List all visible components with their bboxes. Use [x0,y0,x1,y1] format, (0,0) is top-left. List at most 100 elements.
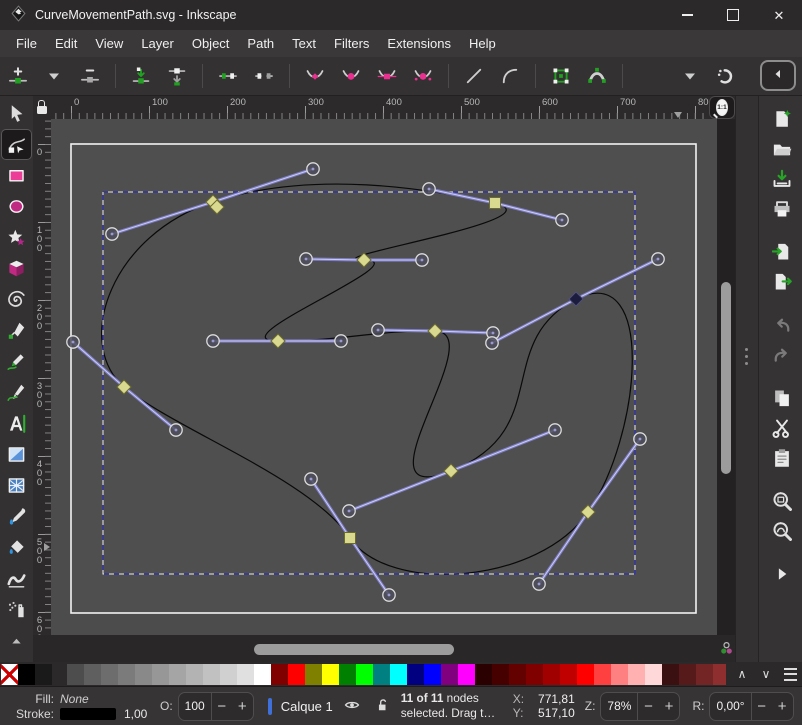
redo-button[interactable] [765,340,799,370]
swatch-#ffd9d9[interactable] [645,664,662,685]
palette-scroll-up-button[interactable]: ∧ [730,663,754,685]
menu-layer[interactable]: Layer [132,32,183,55]
swatch-#ffffff[interactable] [254,664,271,685]
ellipse-tool[interactable] [2,192,31,221]
zoom-value[interactable]: 78% [601,699,637,713]
panel-resize-grip[interactable] [735,96,758,662]
toolbox-expander[interactable] [2,626,31,655]
box3d-tool[interactable] [2,254,31,283]
segment-curve-button[interactable] [497,63,523,89]
opacity-value[interactable]: 100 [179,699,211,713]
swatch-#800000[interactable] [526,664,543,685]
mesh-tool[interactable] [2,471,31,500]
join-nodes-button[interactable] [128,63,154,89]
save-document-button[interactable] [765,164,799,194]
menu-object[interactable]: Object [183,32,239,55]
rotation-increase-button[interactable]: + [772,693,793,720]
cut-button[interactable] [765,413,799,443]
pen-tool[interactable] [2,316,31,345]
menu-path[interactable]: Path [238,32,283,55]
maximize-button[interactable] [710,0,756,30]
swatch-#c1c1c1[interactable] [203,664,220,685]
pencil-tool[interactable] [2,347,31,376]
menu-extensions[interactable]: Extensions [378,32,460,55]
swatch-#0000ff[interactable] [424,664,441,685]
insert-node-button[interactable] [5,63,31,89]
swatch-#800000[interactable] [271,664,288,685]
new-document-button[interactable] [765,104,799,134]
swatch-#b3b3b3[interactable] [186,664,203,685]
import-button[interactable] [765,237,799,267]
swatch-#3a1010[interactable] [662,664,679,685]
node-editor-tool[interactable] [2,130,31,159]
zoom-increase-button[interactable]: + [658,693,679,720]
layer-indicator[interactable]: Calque 1 [268,697,389,716]
break-nodes-button[interactable] [164,63,190,89]
swatch-#000000[interactable] [18,664,35,685]
show-transform-handles-button[interactable] [713,63,739,89]
opacity-spinner[interactable]: 100 − + [178,692,254,721]
swatch-#00ffff[interactable] [390,664,407,685]
dropper-tool[interactable] [2,502,31,531]
swatch-#00ff00[interactable] [356,664,373,685]
palette-menu-button[interactable] [778,663,802,685]
minimize-button[interactable] [664,0,710,30]
menu-edit[interactable]: Edit [46,32,86,55]
spray-tool[interactable] [2,595,31,624]
commands-more-button[interactable] [765,559,799,589]
stroke-to-path-button[interactable] [584,63,610,89]
opacity-decrease-button[interactable]: − [211,693,232,720]
swatch-#ff00ff[interactable] [458,664,475,685]
menu-help[interactable]: Help [460,32,505,55]
node-symmetric-button[interactable] [374,63,400,89]
swatch-#ffb0b0[interactable] [628,664,645,685]
swatch-#7b7b7b[interactable] [118,664,135,685]
swatch-#d0d0d0[interactable] [220,664,237,685]
node-B[interactable] [490,198,501,209]
rotation-decrease-button[interactable]: − [751,693,772,720]
swatch-#2b0000[interactable] [475,664,492,685]
swatch-#ff8080[interactable] [611,664,628,685]
stroke-color-swatch[interactable] [60,708,116,720]
open-document-button[interactable] [765,134,799,164]
zoom-decrease-button[interactable]: − [637,693,658,720]
menu-text[interactable]: Text [283,32,325,55]
zoom-selection-button[interactable] [765,486,799,516]
export-button[interactable] [765,267,799,297]
rotation-spinner[interactable]: 0,00° − + [709,692,793,721]
swatch-#ff0000[interactable] [577,664,594,685]
node-J[interactable] [345,533,356,544]
swatch-#008000[interactable] [339,664,356,685]
swatch-#800080[interactable] [441,664,458,685]
fill-stroke-indicator[interactable]: Fill: None Stroke: 1,00 [4,692,154,721]
horizontal-scrollbar[interactable] [51,635,717,664]
calligraphy-tool[interactable] [2,378,31,407]
swatch-#ffff00[interactable] [322,664,339,685]
vertical-scrollbar[interactable] [717,119,735,635]
swatch-#1a1a1a[interactable] [35,664,52,685]
swatch-#979797[interactable] [152,664,169,685]
object-to-path-button[interactable] [548,63,574,89]
node-auto-button[interactable] [410,63,436,89]
rectangle-tool[interactable] [2,161,31,190]
drawing-canvas[interactable] [51,119,717,635]
zoom-1-1-button[interactable]: 1:1 [709,96,735,119]
insert-node-options-dropdown[interactable] [41,63,67,89]
delete-node-button[interactable] [77,63,103,89]
swatch-#000080[interactable] [407,664,424,685]
undo-button[interactable] [765,310,799,340]
node-smooth-button[interactable] [338,63,364,89]
print-button[interactable] [765,194,799,224]
swatch-#808000[interactable] [305,664,322,685]
layer-lock-icon[interactable] [375,698,389,715]
delete-segment-button[interactable] [251,63,277,89]
tweak-tool[interactable] [2,564,31,593]
color-managed-toggle[interactable] [717,635,735,664]
swatch-#ff4040[interactable] [594,664,611,685]
rotation-value[interactable]: 0,00° [710,699,750,713]
text-tool[interactable] [2,409,31,438]
collapse-panel-button[interactable] [760,60,796,91]
zoom-drawing-button[interactable] [765,516,799,546]
swatch-#e0e0e0[interactable] [237,664,254,685]
menu-filters[interactable]: Filters [325,32,378,55]
